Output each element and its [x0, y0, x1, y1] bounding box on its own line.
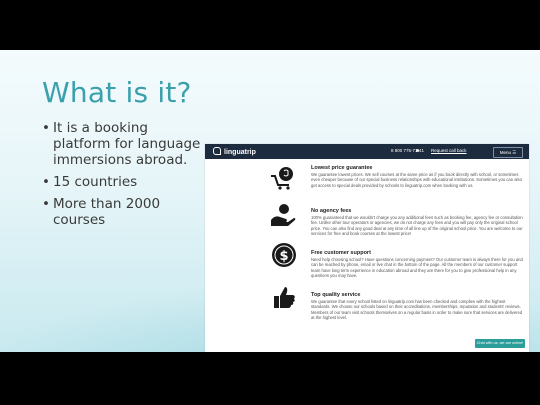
bullet-list: It is a booking platform for language im… [42, 120, 207, 234]
dollar-circle-icon: $ [272, 243, 296, 267]
svg-text:$: $ [279, 249, 288, 264]
bullet-item: 15 countries [42, 174, 207, 190]
menu-label: Menu [499, 150, 511, 155]
hand-coin-icon [271, 204, 296, 226]
bullet-item: It is a booking platform for language im… [42, 120, 207, 168]
site-navbar: linguatrip 8 800 775-71-41 ☻ Request cal… [205, 144, 529, 159]
feature-text: 100% guaranteed that we wouldn't charge … [311, 215, 523, 237]
website-screenshot: linguatrip 8 800 775-71-41 ☻ Request cal… [205, 144, 529, 352]
slide-title: What is it? [42, 76, 192, 109]
feature-heading: Lowest price guarantee [311, 165, 373, 171]
feature-heading: Free customer support [311, 250, 371, 256]
feature-text: We guarantee lowest prices. We sell cour… [311, 172, 522, 188]
bullet-item: More than 2000 courses [42, 196, 207, 228]
slide: What is it? It is a booking platform for… [0, 50, 540, 352]
feature-heading: No agency fees [311, 208, 352, 214]
chat-button[interactable]: Chat with us, we are online! [475, 339, 525, 348]
logo-mark-icon [213, 147, 221, 155]
feature-no-fees: No agency fees 100% guaranteed that we w… [311, 208, 523, 237]
feature-heading: Top quality service [311, 292, 361, 298]
user-icon[interactable]: ☻ [415, 148, 420, 154]
feature-top-quality: Top quality service We guarantee that ev… [311, 292, 523, 321]
feature-lowest-price: Lowest price guarantee We guarantee lowe… [311, 165, 523, 188]
site-logo[interactable]: linguatrip [213, 147, 256, 156]
shopping-cart-icon [271, 167, 293, 190]
feature-text: Need help choosing school? Have question… [311, 257, 523, 279]
logo-text: linguatrip [224, 149, 256, 156]
thumbs-up-icon [274, 287, 295, 308]
menu-button[interactable]: Menu ☰ [493, 147, 523, 158]
feature-text: We guarantee that every school listed on… [311, 299, 523, 321]
feature-customer-support: Free customer support Need help choosing… [311, 250, 523, 279]
request-callback-link[interactable]: Request call back [431, 148, 467, 153]
